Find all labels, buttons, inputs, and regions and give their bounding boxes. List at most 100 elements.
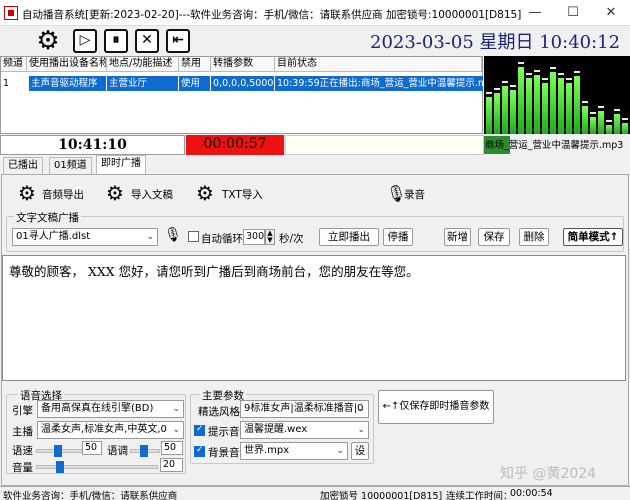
voice-value: 温柔女声,标准女声,中英文,0 [41, 424, 167, 435]
maximize-button[interactable]: ☐ [554, 0, 592, 26]
volume-slider-thumb[interactable] [56, 461, 65, 473]
engine-select[interactable]: 备用高保真在线引擎(BD) ⌄ [37, 400, 184, 418]
microphone-icon[interactable]: 🎙 [164, 227, 182, 243]
chevron-down-icon: ⌄ [172, 425, 180, 435]
style-select[interactable]: 9标准女声|温柔标准播音|0 ⌄ [240, 400, 369, 418]
tone-value[interactable]: 50 [161, 441, 183, 455]
current-datetime: 2023-03-05 星期日 10:40:12 [370, 32, 621, 53]
vu-peak [574, 71, 580, 73]
play-icon: ▷ [79, 32, 91, 48]
col-location[interactable]: 地点/功能描述 [107, 57, 179, 72]
volume-label: 音量 [12, 462, 33, 474]
now-playing-file: 商场_营运_营业中温馨提示.mp3 [485, 140, 624, 151]
txt-import-button[interactable]: TXT导入 [222, 187, 263, 202]
vu-peak [566, 78, 572, 80]
gear-icon[interactable]: ⚙ [194, 182, 216, 204]
tab-instant-broadcast[interactable]: 即时广播 [96, 155, 146, 175]
speed-slider-thumb[interactable] [54, 445, 62, 457]
save-button[interactable]: 保存 [478, 228, 510, 246]
cell-status: 10:39:59正在播出:商场_营运_营业中温馨提示.mp [275, 76, 483, 91]
col-device[interactable]: 使用播出设备名称 [27, 57, 107, 72]
exit-arrow-icon: ⇤ [172, 32, 184, 48]
broadcast-text-editor[interactable]: 尊敬的顾客， XXX 您好，请您听到广播后到商场前台，您的朋友在等您。 [2, 255, 626, 381]
spin-buttons[interactable]: ▲ ▼ [265, 229, 275, 245]
voice-select[interactable]: 温柔女声,标准女声,中英文,0 ⌄ [37, 421, 184, 439]
pause-button[interactable]: ⏸ [104, 29, 128, 53]
script-select[interactable]: 01寻人广播.dlst ⌄ [12, 228, 158, 246]
record-button[interactable]: 录音 [404, 187, 425, 202]
import-text-button[interactable]: 导入文稿 [131, 187, 173, 202]
prompt-sound-checkbox[interactable] [194, 424, 205, 436]
vu-peak [598, 106, 604, 108]
elapsed-timer: 10:41:10 [0, 135, 185, 155]
vu-peak [518, 62, 524, 64]
vu-peak [606, 120, 612, 122]
progress-area [285, 135, 484, 155]
exit-button[interactable]: ⇤ [166, 29, 190, 53]
vu-bar [574, 76, 580, 134]
background-sound-select[interactable]: 世界.mpx ⌄ [240, 442, 348, 460]
gear-icon[interactable]: ⚙ [16, 182, 38, 204]
channel-table[interactable]: 频道 使用播出设备名称 地点/功能描述 禁用 转播参数 目前状态 1 主声音驱动… [0, 56, 483, 134]
vu-peak [526, 73, 532, 75]
chevron-down-icon: ⌄ [357, 425, 365, 435]
broadcast-now-button[interactable]: 立即播出 [319, 228, 379, 246]
prompt-sound-select[interactable]: 温馨提醒.wex ⌄ [240, 421, 369, 439]
col-status[interactable]: 目前状态 [275, 57, 482, 72]
col-disabled[interactable]: 禁用 [179, 57, 211, 72]
save-params-button[interactable]: ←↑仅保存即时播音参数 [378, 390, 494, 424]
chevron-down-icon: ⌄ [146, 232, 154, 242]
vu-peak [622, 118, 628, 120]
auto-loop-label: 自动循环 [201, 233, 243, 245]
col-channel[interactable]: 频道 [1, 57, 27, 72]
vu-bar [558, 78, 564, 134]
volume-value[interactable]: 20 [160, 458, 183, 472]
vu-bar [534, 75, 540, 134]
text-broadcast-title: 文字文稿广播 [14, 210, 81, 225]
simple-mode-button[interactable]: 简单模式↑ [563, 228, 623, 246]
cell-device: 主声音驱动程序 [29, 76, 106, 91]
table-row[interactable]: 1 主声音驱动程序 主营业厅 使用 0,0,0,0,5000 10:39:59正… [1, 76, 484, 91]
vu-bar [510, 90, 516, 134]
vu-peak [590, 112, 596, 114]
tone-slider-thumb[interactable] [140, 445, 148, 457]
volume-slider[interactable] [36, 465, 158, 469]
delete-button[interactable]: 删除 [519, 228, 549, 246]
cell-disabled: 使用 [179, 76, 210, 91]
gear-icon[interactable]: ⚙ [104, 182, 126, 204]
settings-gear-icon[interactable]: ⚙ [34, 27, 62, 55]
stop-x-icon: ✕ [141, 32, 153, 48]
background-sound-checkbox[interactable] [194, 445, 205, 457]
vu-bar [622, 123, 628, 134]
engine-label: 引擎 [12, 405, 33, 417]
export-audio-button[interactable]: 音频导出 [42, 187, 84, 202]
set-background-button[interactable]: 设 [351, 442, 369, 460]
cell-relay: 0,0,0,0,5000 [211, 76, 274, 91]
tab-played[interactable]: 已播出 [3, 157, 43, 174]
speed-value[interactable]: 50 [82, 441, 102, 455]
vu-bar [486, 97, 492, 134]
vu-peak [558, 73, 564, 75]
tab-channel-01[interactable]: 01频道 [49, 157, 92, 174]
cell-channel: 1 [3, 78, 10, 89]
minimize-button[interactable]: — [516, 0, 554, 26]
editor-content: 尊敬的顾客， XXX 您好，请您听到广播后到商场前台，您的朋友在等您。 [9, 264, 419, 279]
app-icon [4, 6, 18, 20]
status-contact: 软件业务咨询：手机/微信：请联系供应商 [3, 491, 178, 500]
vu-peak [542, 78, 548, 80]
auto-loop-checkbox[interactable] [188, 231, 199, 242]
background-sound-label: 背景音 [208, 447, 240, 459]
loop-seconds-input[interactable]: 300 [243, 229, 265, 245]
play-button[interactable]: ▷ [73, 29, 97, 53]
engine-value: 备用高保真在线引擎(BD) [41, 403, 154, 414]
stop-broadcast-button[interactable]: 停播 [383, 228, 413, 246]
vu-bar [502, 86, 508, 134]
new-button[interactable]: 新增 [444, 228, 471, 246]
remaining-timer: 00:00:57 [186, 135, 284, 155]
close-window-button[interactable]: ✕ [592, 0, 630, 26]
cell-location: 主营业厅 [107, 76, 178, 91]
stop-button[interactable]: ✕ [135, 29, 159, 53]
vu-peak [486, 92, 492, 94]
col-relay[interactable]: 转播参数 [211, 57, 275, 72]
style-value: 9标准女声|温柔标准播音|0 [244, 403, 364, 414]
